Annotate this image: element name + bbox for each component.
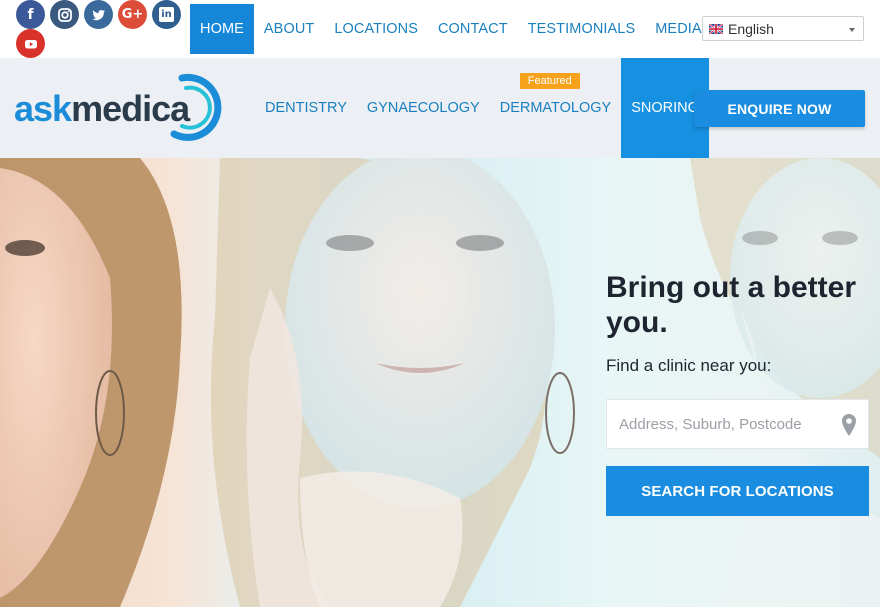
language-select[interactable]: English (702, 16, 864, 41)
top-navigation: HOME ABOUT LOCATIONS CONTACT TESTIMONIAL… (190, 4, 712, 54)
nav-dentistry[interactable]: DENTISTRY (255, 58, 357, 158)
language-label: English (728, 20, 774, 37)
uk-flag-icon (709, 23, 723, 34)
search-placeholder: Address, Suburb, Postcode (619, 415, 802, 433)
search-locations-button[interactable]: SEARCH FOR LOCATIONS (606, 466, 869, 516)
featured-badge: Featured (519, 73, 580, 89)
topnav-about[interactable]: ABOUT (254, 4, 324, 54)
googleplus-icon[interactable]: G+ (118, 0, 147, 29)
twitter-icon[interactable] (84, 0, 113, 29)
logo-ring-icon (170, 73, 222, 141)
askmedica-logo[interactable]: askmedica (14, 72, 224, 142)
hero-subtitle: Find a clinic near you: (606, 356, 772, 375)
topnav-home[interactable]: HOME (190, 4, 254, 54)
hero-banner: Bring out a better you. Find a clinic ne… (0, 158, 880, 607)
instagram-icon[interactable] (50, 0, 79, 29)
site-header: askmedica DENTISTRY GYNAECOLOGY Featured… (0, 58, 880, 158)
hero-title: Bring out a better you. (606, 271, 857, 339)
map-pin-icon (842, 414, 856, 436)
topnav-testimonials[interactable]: TESTIMONIALS (518, 4, 646, 54)
nav-gynaecology[interactable]: GYNAECOLOGY (357, 58, 490, 158)
enquire-now-button[interactable]: ENQUIRE NOW (694, 90, 865, 127)
main-navigation: DENTISTRY GYNAECOLOGY Featured DERMATOLO… (255, 58, 709, 158)
hero-faces-image (0, 158, 880, 607)
social-links: f G+ in (14, 0, 194, 58)
nav-dermatology[interactable]: Featured DERMATOLOGY (490, 58, 621, 158)
topnav-contact[interactable]: CONTACT (428, 4, 518, 54)
linkedin-icon[interactable]: in (152, 0, 181, 29)
chevron-down-icon (849, 28, 855, 32)
facebook-icon[interactable]: f (16, 0, 45, 29)
topnav-locations[interactable]: LOCATIONS (324, 4, 428, 54)
youtube-icon[interactable] (16, 29, 45, 58)
top-bar: f G+ in HOME ABOUT LOCATIONS CONTACT TES… (0, 0, 880, 58)
location-search-input[interactable]: Address, Suburb, Postcode (606, 399, 869, 449)
